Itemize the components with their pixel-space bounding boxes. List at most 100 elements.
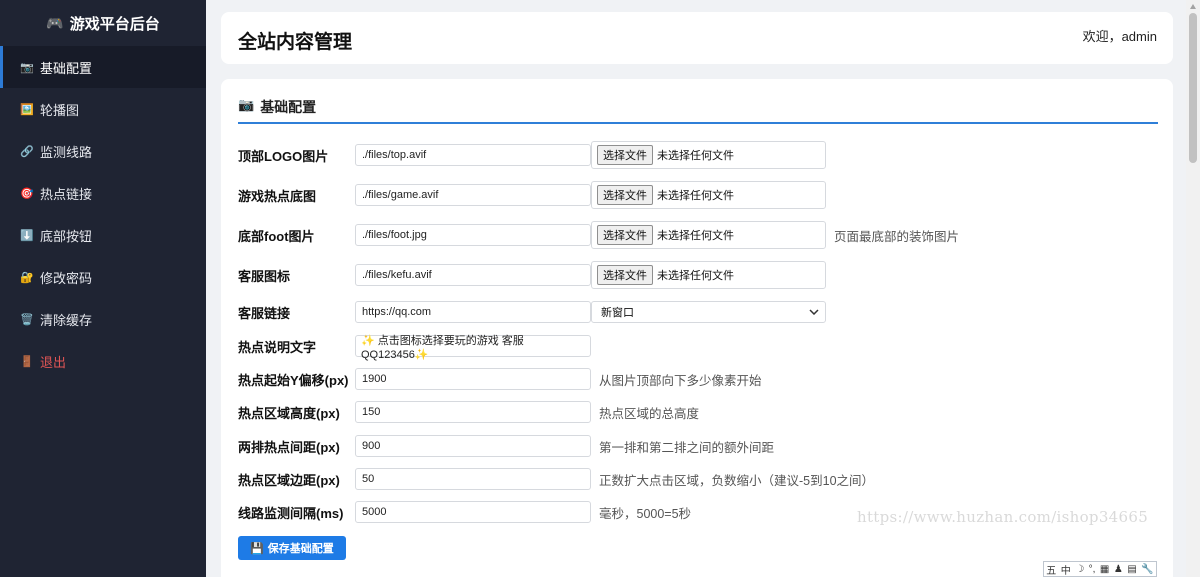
hotspot-y-input[interactable]: 1900 <box>355 368 591 390</box>
field-hint: 页面最底部的装饰图片 <box>834 229 960 244</box>
picture-icon: 🖼️ <box>20 103 34 116</box>
form-row-monitor-interval: 线路监测间隔(ms) 5000 毫秒，5000=5秒 <box>238 501 691 523</box>
sidebar-item-logout[interactable]: 🚪 退出 <box>0 340 206 382</box>
field-label: 热点区域高度(px) <box>238 405 340 421</box>
trash-icon: 🗑️ <box>20 313 34 326</box>
no-file-text: 未选择任何文件 <box>657 190 734 202</box>
form-row-hotspot-margin: 热点区域边距(px) 50 正数扩大点击区域，负数缩小（建议-5到10之间） <box>238 468 874 490</box>
target-icon: 🎯 <box>20 187 34 200</box>
chevron-down-icon <box>809 309 819 315</box>
kefu-icon-path-input[interactable]: ./files/kefu.avif <box>355 264 591 286</box>
sidebar-item-label: 清除缓存 <box>40 312 93 328</box>
field-label: 客服图标 <box>238 268 291 284</box>
choose-file-button[interactable]: 选择文件 <box>597 185 653 205</box>
save-button-label: 保存基础配置 <box>267 543 334 555</box>
no-file-text: 未选择任何文件 <box>657 230 734 242</box>
field-label: 热点区域边距(px) <box>238 472 340 488</box>
foot-img-path-input[interactable]: ./files/foot.jpg <box>355 224 591 246</box>
link-icon: 🔗 <box>20 145 34 158</box>
lock-icon: 🔐 <box>20 271 34 284</box>
field-label: 热点说明文字 <box>238 339 317 355</box>
row-gap-input[interactable]: 900 <box>355 435 591 457</box>
foot-img-file-input[interactable]: 选择文件 未选择任何文件 <box>591 221 826 249</box>
ime-wrench-icon[interactable]: 🔧 <box>1141 564 1153 575</box>
header: 全站内容管理 欢迎，admin <box>221 12 1173 64</box>
sidebar-item-hotspot-links[interactable]: 🎯 热点链接 <box>0 172 206 214</box>
field-label: 游戏热点底图 <box>238 188 317 204</box>
form-row-row-gap: 两排热点间距(px) 900 第一排和第二排之间的额外间距 <box>238 435 774 457</box>
form-row-hotspot-y: 热点起始Y偏移(px) 1900 从图片顶部向下多少像素开始 <box>238 368 762 390</box>
ime-keyboard-icon[interactable]: ▦ <box>1100 564 1109 575</box>
sidebar-item-label: 监测线路 <box>40 144 93 160</box>
gamepad-icon: 🎮 <box>46 14 64 31</box>
form-row-kefu-link: 客服链接 https://qq.com 新窗口 <box>238 301 826 323</box>
ime-menu-icon[interactable]: ▤ <box>1127 564 1136 575</box>
ime-user-icon[interactable]: ♟ <box>1114 564 1123 575</box>
top-logo-file-input[interactable]: 选择文件 未选择任何文件 <box>591 141 826 169</box>
config-panel: 📷 基础配置 顶部LOGO图片 ./files/top.avif 选择文件 未选… <box>221 79 1173 577</box>
no-file-text: 未选择任何文件 <box>657 150 734 162</box>
sidebar-item-label: 修改密码 <box>40 270 93 286</box>
field-label: 顶部LOGO图片 <box>238 148 329 164</box>
sidebar-item-bottom-buttons[interactable]: ⬇️ 底部按钮 <box>0 214 206 256</box>
sidebar-item-label: 轮播图 <box>40 102 80 118</box>
ime-chinese-mode-icon[interactable]: 中 <box>1061 562 1071 577</box>
field-label: 两排热点间距(px) <box>238 439 340 455</box>
sidebar-item-label: 基础配置 <box>40 60 93 76</box>
hotspot-height-input[interactable]: 150 <box>355 401 591 423</box>
page-scrollbar[interactable] <box>1186 0 1200 577</box>
sidebar-item-change-password[interactable]: 🔐 修改密码 <box>0 256 206 298</box>
ime-moon-icon[interactable]: ☽ <box>1075 564 1084 575</box>
section-heading: 📷 基础配置 <box>238 97 1158 124</box>
top-logo-path-input[interactable]: ./files/top.avif <box>355 144 591 166</box>
brand: 🎮 游戏平台后台 <box>0 0 206 46</box>
brand-title: 游戏平台后台 <box>69 15 160 33</box>
sidebar-item-basic-config[interactable]: 📷 基础配置 <box>0 46 206 88</box>
link-target-select[interactable]: 新窗口 <box>591 301 826 323</box>
choose-file-button[interactable]: 选择文件 <box>597 145 653 165</box>
field-label: 线路监测间隔(ms) <box>238 505 344 521</box>
watermark: https://www.huzhan.com/ishop34665 <box>857 508 1149 526</box>
hotspot-margin-input[interactable]: 50 <box>355 468 591 490</box>
form-row-kefu-icon: 客服图标 ./files/kefu.avif 选择文件 未选择任何文件 <box>238 261 826 289</box>
form-row-hotspot-height: 热点区域高度(px) 150 热点区域的总高度 <box>238 401 699 423</box>
welcome-text: 欢迎，admin <box>1082 29 1157 44</box>
sidebar-item-carousel[interactable]: 🖼️ 轮播图 <box>0 88 206 130</box>
game-bg-file-input[interactable]: 选择文件 未选择任何文件 <box>591 181 826 209</box>
ime-wubi-icon[interactable]: 五 <box>1046 562 1056 577</box>
field-label: 底部foot图片 <box>238 228 315 244</box>
scroll-up-arrow-icon[interactable] <box>1190 4 1196 9</box>
kefu-icon-file-input[interactable]: 选择文件 未选择任何文件 <box>591 261 826 289</box>
field-hint: 从图片顶部向下多少像素开始 <box>599 373 762 388</box>
no-file-text: 未选择任何文件 <box>657 270 734 282</box>
choose-file-button[interactable]: 选择文件 <box>597 265 653 285</box>
monitor-interval-input[interactable]: 5000 <box>355 501 591 523</box>
page-title: 全站内容管理 <box>238 32 353 53</box>
down-arrow-icon: ⬇️ <box>20 229 34 242</box>
form-row-hotspot-text: 热点说明文字 ✨ 点击图标选择要玩的游戏 客服QQ123456✨ <box>238 335 591 361</box>
camera-icon: 📷 <box>238 97 255 112</box>
ime-punctuation-icon[interactable]: °, <box>1089 564 1096 575</box>
sidebar-item-clear-cache[interactable]: 🗑️ 清除缓存 <box>0 298 206 340</box>
sidebar: 🎮 游戏平台后台 📷 基础配置 🖼️ 轮播图 🔗 监测线路 🎯 热点链接 ⬇️ … <box>0 0 206 577</box>
sidebar-item-monitor-lines[interactable]: 🔗 监测线路 <box>0 130 206 172</box>
kefu-link-input[interactable]: https://qq.com <box>355 301 591 323</box>
save-basic-config-button[interactable]: 💾 保存基础配置 <box>238 536 346 560</box>
field-hint: 热点区域的总高度 <box>599 406 700 421</box>
field-label: 热点起始Y偏移(px) <box>238 372 349 388</box>
field-hint: 毫秒，5000=5秒 <box>599 506 692 521</box>
field-hint: 正数扩大点击区域，负数缩小（建议-5到10之间） <box>599 473 875 488</box>
choose-file-button[interactable]: 选择文件 <box>597 225 653 245</box>
sidebar-item-label: 热点链接 <box>40 186 93 202</box>
hotspot-text-input[interactable]: ✨ 点击图标选择要玩的游戏 客服QQ123456✨ <box>355 335 591 361</box>
form-row-top-logo: 顶部LOGO图片 ./files/top.avif 选择文件 未选择任何文件 <box>238 141 826 169</box>
game-bg-path-input[interactable]: ./files/game.avif <box>355 184 591 206</box>
ime-toolbar: 五 中 ☽ °, ▦ ♟ ▤ 🔧 <box>1043 561 1157 577</box>
form-row-foot-img: 底部foot图片 ./files/foot.jpg 选择文件 未选择任何文件 页… <box>238 221 959 249</box>
scroll-thumb[interactable] <box>1189 13 1197 163</box>
floppy-disk-icon: 💾 <box>250 542 264 555</box>
main-area: 全站内容管理 欢迎，admin 📷 基础配置 顶部LOGO图片 ./files/… <box>206 0 1186 577</box>
camera-icon: 📷 <box>20 61 34 74</box>
form-row-game-bg: 游戏热点底图 ./files/game.avif 选择文件 未选择任何文件 <box>238 181 826 209</box>
select-value: 新窗口 <box>601 307 634 319</box>
